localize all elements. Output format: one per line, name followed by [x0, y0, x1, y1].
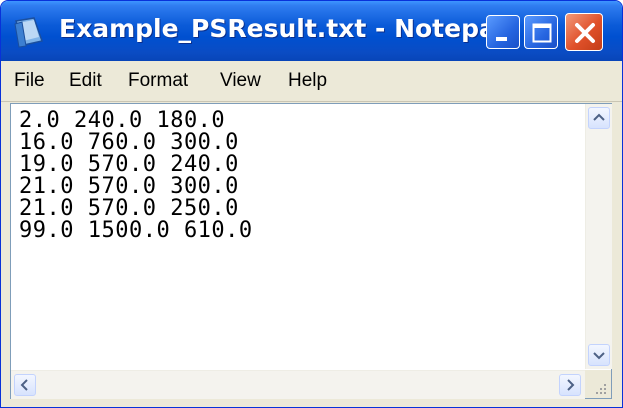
close-button[interactable]: [565, 13, 603, 51]
menu-bar: File Edit Format View Help: [1, 61, 622, 102]
scroll-right-button[interactable]: [559, 374, 581, 396]
text-line: 21.0 570.0 250.0: [19, 196, 239, 221]
resize-grip-icon: [596, 384, 606, 394]
text-line: 19.0 570.0 240.0: [19, 152, 239, 177]
menu-format[interactable]: Format: [128, 69, 188, 93]
notepad-window: Example_PSResult.txt - Notepad File Edit…: [0, 0, 623, 408]
chevron-down-icon: [593, 352, 605, 360]
notepad-icon: [14, 17, 43, 48]
maximize-icon: [532, 23, 552, 43]
text-line: 2.0 240.0 180.0: [19, 108, 226, 133]
scroll-down-button[interactable]: [588, 344, 610, 366]
menu-view[interactable]: View: [220, 69, 261, 93]
menu-file[interactable]: File: [14, 69, 45, 93]
text-line: 21.0 570.0 300.0: [19, 174, 239, 199]
minimize-button[interactable]: [486, 15, 520, 49]
title-bar[interactable]: Example_PSResult.txt - Notepad: [1, 1, 622, 61]
chevron-right-icon: [567, 379, 575, 391]
editor-client-area: 2.0 240.0 180.0 16.0 760.0 300.0 19.0 57…: [10, 103, 612, 399]
chevron-left-icon: [20, 379, 28, 391]
vertical-scrollbar[interactable]: [585, 104, 612, 369]
resize-grip[interactable]: [585, 370, 611, 398]
chevron-up-icon: [593, 113, 605, 121]
minimize-icon: [496, 37, 507, 41]
maximize-button[interactable]: [524, 15, 558, 49]
menu-edit[interactable]: Edit: [69, 69, 102, 93]
menu-help[interactable]: Help: [288, 69, 327, 93]
text-line: 99.0 1500.0 610.0: [19, 218, 253, 243]
scroll-left-button[interactable]: [14, 374, 36, 396]
text-line: 16.0 760.0 300.0: [19, 130, 239, 155]
window-title: Example_PSResult.txt - Notepad: [59, 14, 514, 43]
scroll-up-button[interactable]: [588, 107, 610, 129]
text-editor[interactable]: 2.0 240.0 180.0 16.0 760.0 300.0 19.0 57…: [11, 104, 584, 369]
horizontal-scrollbar[interactable]: [11, 370, 585, 399]
close-icon: [575, 23, 595, 43]
